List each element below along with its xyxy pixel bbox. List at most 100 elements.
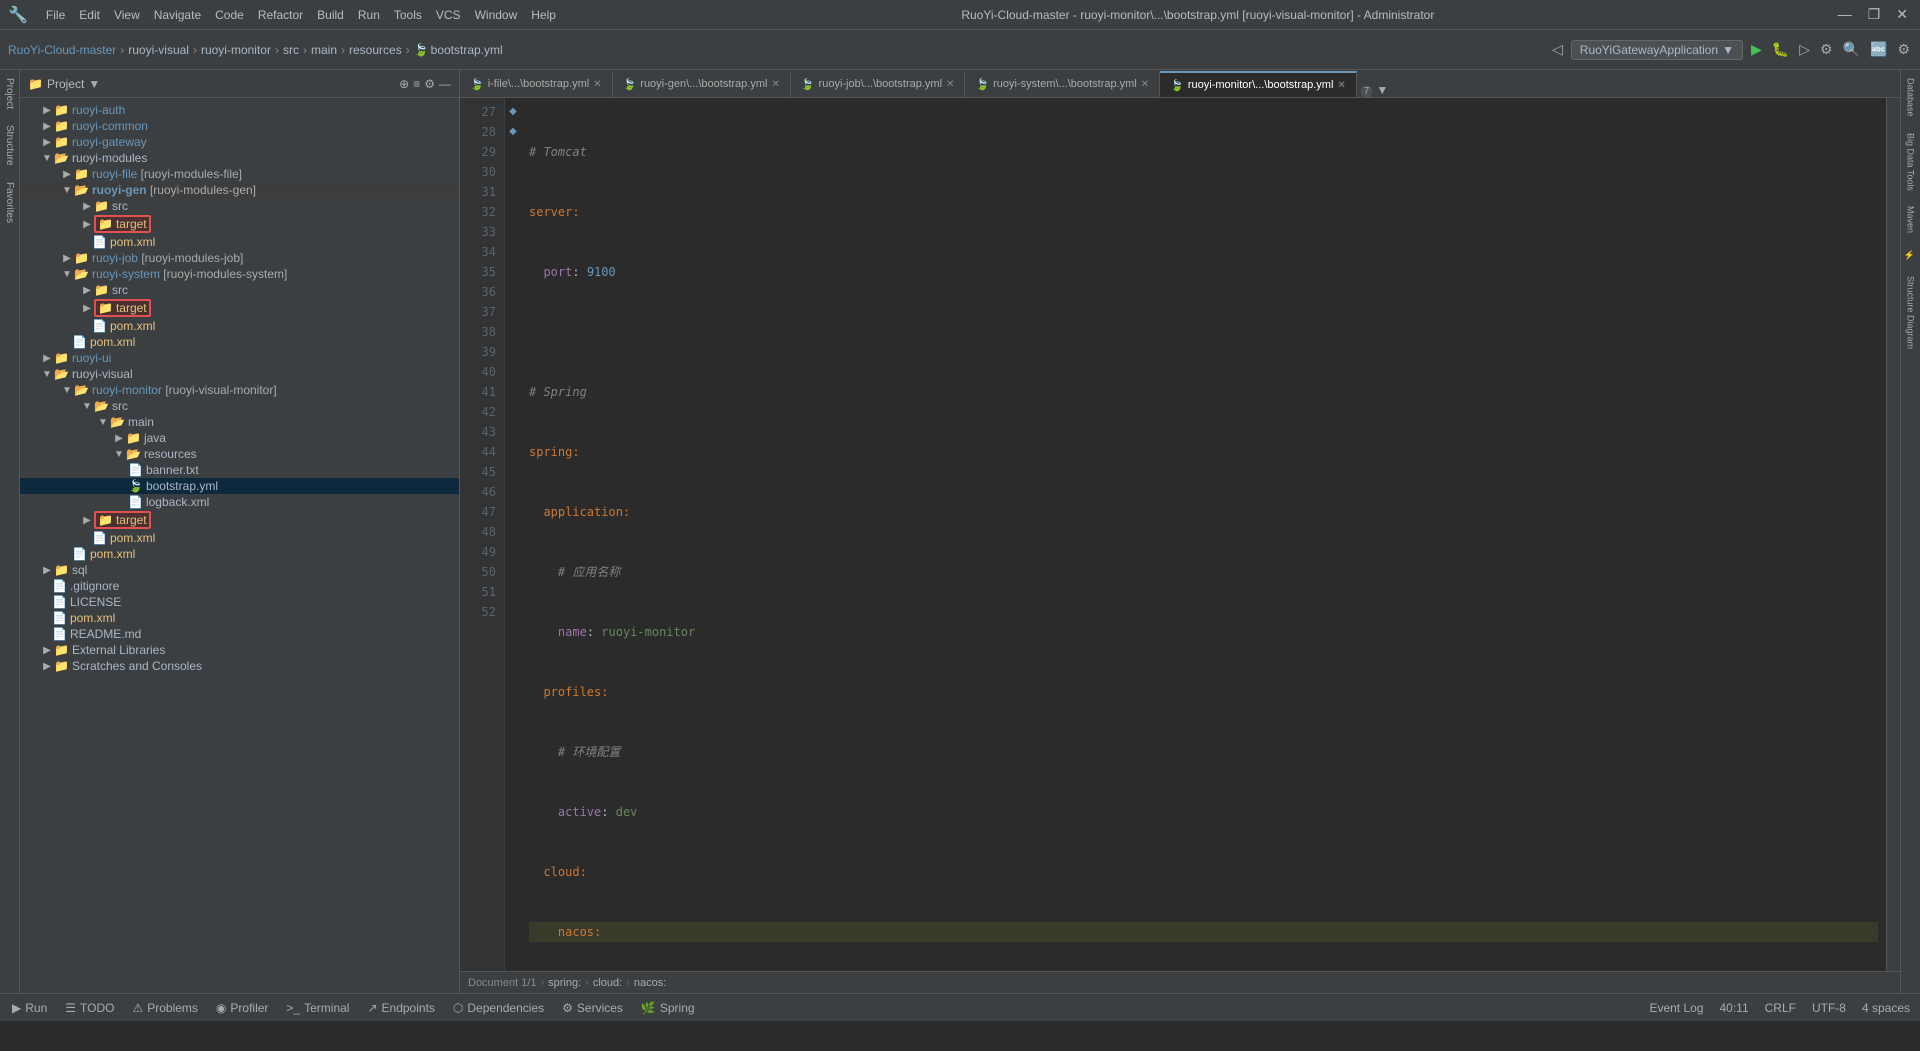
tab-list-button[interactable]: ▼	[1376, 83, 1388, 97]
todo-tab[interactable]: ☰ TODO	[57, 995, 122, 1021]
menu-view[interactable]: View	[108, 6, 146, 24]
database-icon[interactable]: Database	[1904, 74, 1918, 121]
tree-item-scratches[interactable]: ▶ 📁 Scratches and Consoles	[20, 658, 459, 674]
tree-item-sql[interactable]: ▶ 📁 sql	[20, 562, 459, 578]
tree-item-gitignore[interactable]: 📄 .gitignore	[20, 578, 459, 594]
panel-dropdown-icon[interactable]: ▼	[88, 77, 100, 91]
tree-item-logback-xml[interactable]: 📄 logback.xml	[20, 494, 459, 510]
tab-close-icon[interactable]: ✕	[1141, 79, 1149, 90]
tab-ruoyi-monitor-bootstrap[interactable]: 🍃 ruoyi-monitor\...\bootstrap.yml ✕	[1160, 71, 1357, 97]
tree-item-ruoyi-common[interactable]: ▶ 📁 ruoyi-common	[20, 118, 459, 134]
menu-build[interactable]: Build	[311, 6, 350, 24]
code-editor[interactable]: # Tomcat server: port: 9100 # Spring spr…	[521, 98, 1886, 971]
menu-refactor[interactable]: Refactor	[252, 6, 309, 24]
tab-close-icon[interactable]: ✕	[771, 79, 779, 90]
tree-item-ruoyi-file[interactable]: ▶ 📁 ruoyi-file [ruoyi-modules-file]	[20, 166, 459, 182]
run-config-selector[interactable]: RuoYiGatewayApplication ▼	[1571, 40, 1743, 60]
breadcrumb-spring[interactable]: spring:	[548, 977, 581, 989]
cursor-position[interactable]: 40:11	[1713, 999, 1754, 1017]
tree-item-src-monitor[interactable]: ▼ 📂 src	[20, 398, 459, 414]
tab-overflow-count[interactable]: 7	[1361, 86, 1373, 97]
run-icon[interactable]: ▶	[1749, 39, 1764, 60]
tree-item-target-monitor[interactable]: ▶ 📁 target	[20, 510, 459, 530]
tab-ruoyi-job-bootstrap[interactable]: 🍃 ruoyi-job\...\bootstrap.yml ✕	[791, 71, 966, 97]
coverage-icon[interactable]: ▷	[1797, 39, 1812, 60]
project-sidebar-icon[interactable]: Project	[2, 74, 17, 113]
collapse-icon[interactable]: ≡	[413, 77, 420, 91]
menu-help[interactable]: Help	[525, 6, 562, 24]
dependencies-tab[interactable]: ⬡ Dependencies	[445, 995, 552, 1021]
indent-info[interactable]: 4 spaces	[1856, 999, 1916, 1017]
tree-item-readme[interactable]: 📄 README.md	[20, 626, 459, 642]
tab-ruoyi-gen-bootstrap[interactable]: 🍃 ruoyi-gen\...\bootstrap.yml ✕	[613, 71, 791, 97]
terminal-tab[interactable]: >_ Terminal	[278, 995, 357, 1021]
structure-sidebar-icon[interactable]: Structure	[2, 121, 17, 170]
tree-item-ext-libs[interactable]: ▶ 📁 External Libraries	[20, 642, 459, 658]
tree-item-pom-system[interactable]: 📄 pom.xml	[20, 318, 459, 334]
minimize-button[interactable]: —	[1834, 6, 1856, 23]
tab-ifile-bootstrap[interactable]: 🍃 i-file\...\bootstrap.yml ✕	[460, 71, 613, 97]
debug-icon[interactable]: 🐛	[1770, 39, 1791, 60]
tree-item-license[interactable]: 📄 LICENSE	[20, 594, 459, 610]
charset[interactable]: UTF-8	[1806, 999, 1852, 1017]
tree-item-ruoyi-system[interactable]: ▼ 📂 ruoyi-system [ruoyi-modules-system]	[20, 266, 459, 282]
breadcrumb-nacos[interactable]: nacos:	[634, 977, 666, 989]
tab-close-icon[interactable]: ✕	[946, 79, 954, 90]
tab-close-icon[interactable]: ✕	[1337, 80, 1345, 91]
tree-item-src-system[interactable]: ▶ 📁 src	[20, 282, 459, 298]
menu-edit[interactable]: Edit	[73, 6, 106, 24]
breadcrumb-filename[interactable]: bootstrap.yml	[431, 43, 503, 57]
tree-item-src-gen[interactable]: ▶ 📁 src	[20, 198, 459, 214]
close-button[interactable]: ✕	[1892, 6, 1912, 23]
profiler-tab[interactable]: ◉ Profiler	[208, 995, 277, 1021]
tree-item-main-monitor[interactable]: ▼ 📂 main	[20, 414, 459, 430]
notifications-icon[interactable]: ⚡	[1904, 245, 1918, 264]
tree-item-ruoyi-visual[interactable]: ▼ 📂 ruoyi-visual	[20, 366, 459, 382]
run-tab[interactable]: ▶ Run	[4, 995, 55, 1021]
favorites-sidebar-icon[interactable]: Favorites	[2, 178, 17, 227]
editor-scrollbar[interactable]	[1886, 98, 1900, 971]
tree-item-banner-txt[interactable]: 📄 banner.txt	[20, 462, 459, 478]
line-ending[interactable]: CRLF	[1759, 999, 1802, 1017]
event-log-button[interactable]: Event Log	[1643, 999, 1709, 1017]
structure-diagram-icon[interactable]: Structure Diagram	[1904, 272, 1918, 353]
breadcrumb-main[interactable]: main	[311, 43, 337, 57]
menu-vcs[interactable]: VCS	[430, 6, 467, 24]
tree-item-resources[interactable]: ▼ 📂 resources	[20, 446, 459, 462]
problems-tab[interactable]: ⚠ Problems	[124, 995, 205, 1021]
tree-item-target-gen[interactable]: ▶ 📁 target	[20, 214, 459, 234]
tree-item-pom-monitor[interactable]: 📄 pom.xml	[20, 530, 459, 546]
tree-item-ruoyi-job[interactable]: ▶ 📁 ruoyi-job [ruoyi-modules-job]	[20, 250, 459, 266]
menu-navigate[interactable]: Navigate	[148, 6, 207, 24]
settings-icon[interactable]: ⚙	[1818, 39, 1835, 60]
menu-code[interactable]: Code	[209, 6, 250, 24]
breadcrumb-resources[interactable]: resources	[349, 43, 402, 57]
tree-item-ruoyi-gen[interactable]: ▼ 📂 ruoyi-gen [ruoyi-modules-gen]	[20, 182, 459, 198]
tree-item-java[interactable]: ▶ 📁 java	[20, 430, 459, 446]
tab-ruoyi-system-bootstrap[interactable]: 🍃 ruoyi-system\...\bootstrap.yml ✕	[965, 71, 1160, 97]
locate-icon[interactable]: ⊕	[399, 77, 409, 91]
services-tab[interactable]: ⚙ Services	[554, 995, 631, 1021]
breadcrumb-file[interactable]: 🍃	[414, 43, 429, 57]
bigdata-icon[interactable]: Big Data Tools	[1904, 129, 1918, 195]
breadcrumb-cloud[interactable]: cloud:	[593, 977, 622, 989]
menu-file[interactable]: File	[40, 6, 71, 24]
hide-panel-icon[interactable]: —	[439, 77, 451, 91]
breadcrumb-visual[interactable]: ruoyi-visual	[128, 43, 189, 57]
tree-item-bootstrap-yml[interactable]: 🍃 bootstrap.yml	[20, 478, 459, 494]
maven-icon[interactable]: Maven	[1904, 202, 1918, 237]
tree-item-ruoyi-gateway[interactable]: ▶ 📁 ruoyi-gateway	[20, 134, 459, 150]
more-icon[interactable]: ⚙	[1895, 39, 1912, 60]
tree-item-ruoyi-auth[interactable]: ▶ 📁 ruoyi-auth	[20, 102, 459, 118]
breadcrumb-monitor[interactable]: ruoyi-monitor	[201, 43, 271, 57]
spring-tab[interactable]: 🌿 Spring	[633, 995, 703, 1021]
breadcrumb-src[interactable]: src	[283, 43, 299, 57]
menu-tools[interactable]: Tools	[388, 6, 428, 24]
tree-item-pom-root[interactable]: 📄 pom.xml	[20, 610, 459, 626]
translate-icon[interactable]: 🔤	[1868, 39, 1889, 60]
tree-item-pom-gen[interactable]: 📄 pom.xml	[20, 234, 459, 250]
options-icon[interactable]: ⚙	[424, 77, 435, 91]
tree-item-ruoyi-modules[interactable]: ▼ 📂 ruoyi-modules	[20, 150, 459, 166]
tab-close-icon[interactable]: ✕	[593, 79, 601, 90]
tree-item-pom-visual[interactable]: 📄 pom.xml	[20, 546, 459, 562]
